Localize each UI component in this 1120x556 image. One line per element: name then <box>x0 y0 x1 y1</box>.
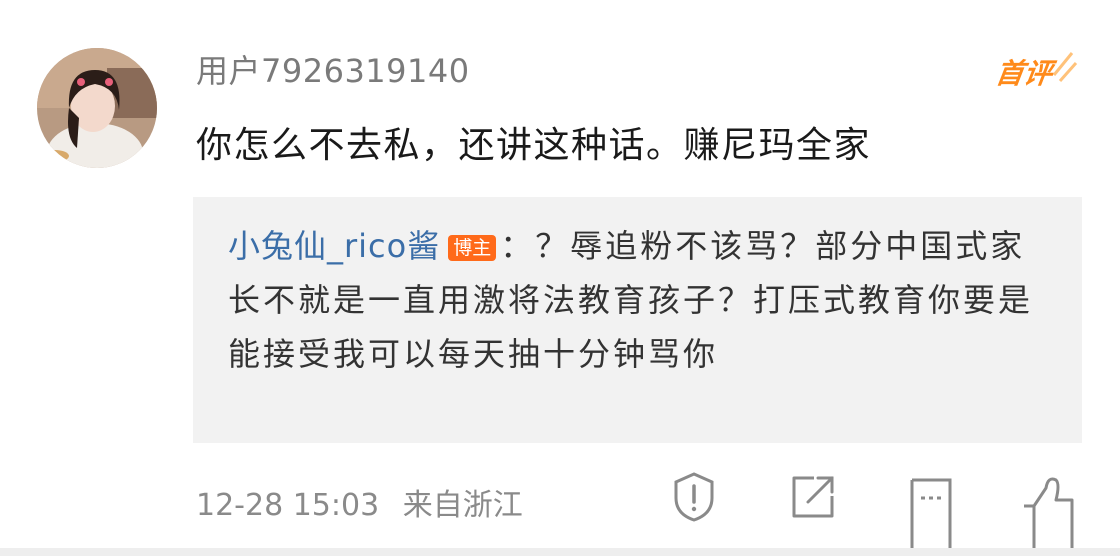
like-icon[interactable] <box>1018 470 1078 548</box>
timestamp: 12-28 15:03 <box>196 488 380 523</box>
horizontal-scrollbar[interactable] <box>0 548 1120 556</box>
reply-author[interactable]: 小兔仙_rico酱 <box>228 227 440 265</box>
reply-body: 小兔仙_rico酱 博主 ：？辱追粉不该骂？部分中国式家长不就是一直用激将法教育孩子… <box>228 219 1058 381</box>
reply-quote[interactable]: 小兔仙_rico酱 博主 ：？辱追粉不该骂？部分中国式家长不就是一直用激将法教育孩子… <box>193 197 1082 443</box>
share-icon[interactable] <box>786 470 840 524</box>
avatar[interactable] <box>37 48 157 168</box>
first-comment-badge: 首评 <box>993 57 1055 90</box>
sparkle-icon <box>1052 52 1078 82</box>
comment-meta: 12-28 15:03 来自浙江 <box>196 480 523 524</box>
comment-icon[interactable] <box>904 470 958 548</box>
blogger-tag: 博主 <box>448 235 497 261</box>
report-icon[interactable] <box>670 470 718 524</box>
location: 来自浙江 <box>402 488 523 523</box>
comment-text: 你怎么不去私，还讲这种话。赚尼玛全家 <box>196 125 872 166</box>
username[interactable]: 用户7926319140 <box>196 46 470 92</box>
